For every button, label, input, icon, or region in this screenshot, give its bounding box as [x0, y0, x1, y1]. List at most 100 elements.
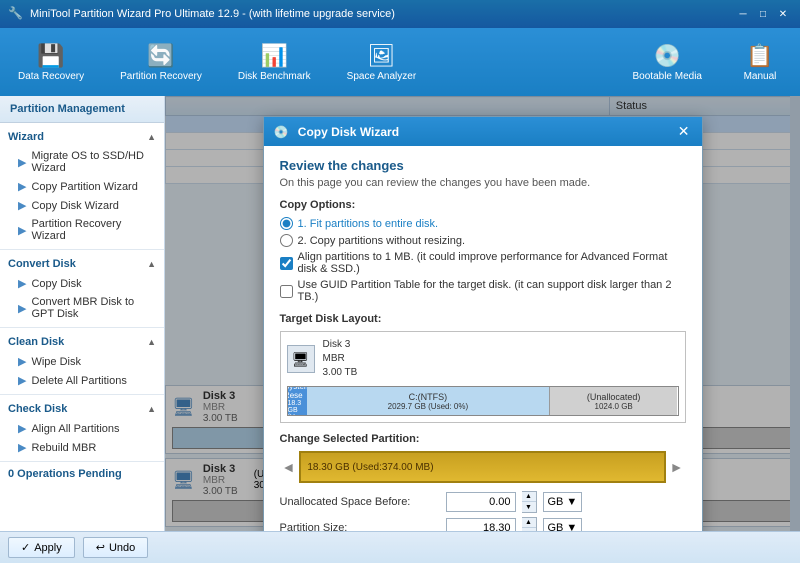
partition-recovery-icon: 🔄 [147, 43, 174, 69]
toolbar-space-analyzer[interactable]: 🖼 Space Analyzer [339, 39, 425, 86]
sidebar-item-delete-partitions[interactable]: ▶ Delete All Partitions [0, 371, 164, 390]
copy-options-section: Copy Options: 1. Fit partitions to entir… [280, 199, 686, 303]
radio-copy-no-resize[interactable] [280, 234, 293, 247]
sidebar-section-clean-header: Clean Disk ▲ [0, 332, 164, 352]
toolbar-disk-benchmark[interactable]: 📊 Disk Benchmark [230, 39, 319, 86]
modal-heading: Review the changes [280, 158, 686, 173]
copy-partition-icon: ▶ [18, 180, 26, 193]
spin-unit-unalloc-before[interactable]: GB ▼ [543, 492, 583, 512]
toolbar-bootable-media-label: Bootable Media [633, 71, 703, 82]
copy-disk-wizard-modal: 💿 Copy Disk Wizard ✕ Review the changes … [263, 116, 703, 531]
spin-unit-chevron: ▼ [566, 496, 577, 508]
sidebar-item-partition-recovery[interactable]: ▶ Partition Recovery Wizard [0, 215, 164, 245]
sidebar-section-convert: Convert Disk ▲ ▶ Copy Disk ▶ Convert MBR… [0, 250, 164, 328]
partition-bar[interactable]: 18.30 GB (Used:374.00 MB) [299, 451, 665, 483]
align-partitions-icon: ▶ [18, 422, 26, 435]
disk3-size: 3.00 TB [323, 366, 358, 380]
spin-unit-chevron2: ▼ [566, 522, 577, 531]
option-align: Align partitions to 1 MB. (it could impr… [280, 251, 686, 275]
spin-unit-partition-size[interactable]: GB ▼ [543, 518, 583, 531]
modal-close-button[interactable]: ✕ [676, 123, 692, 140]
sidebar-section-wizard: Wizard ▲ ▶ Migrate OS to SSD/HD Wizard ▶… [0, 123, 164, 250]
sidebar-item-rebuild-mbr[interactable]: ▶ Rebuild MBR [0, 438, 164, 457]
toolbar-partition-recovery[interactable]: 🔄 Partition Recovery [112, 39, 210, 86]
close-button[interactable]: ✕ [774, 6, 792, 22]
copy-options-label: Copy Options: [280, 199, 686, 211]
sidebar-section-wizard-header: Wizard ▲ [0, 127, 164, 147]
spin-input-partition-size[interactable] [446, 518, 516, 531]
spin-down-partition-size[interactable]: ▼ [522, 528, 536, 531]
toolbar-data-recovery-label: Data Recovery [18, 71, 84, 82]
checkbox-guid[interactable] [280, 285, 293, 298]
wipe-disk-icon: ▶ [18, 355, 26, 368]
sidebar-item-copy-partition[interactable]: ▶ Copy Partition Wizard [0, 177, 164, 196]
sidebar-section-check: Check Disk ▲ ▶ Align All Partitions ▶ Re… [0, 395, 164, 462]
toolbar-bootable-media[interactable]: 💿 Bootable Media [625, 39, 711, 86]
copy-disk2-icon: ▶ [18, 277, 26, 290]
spin-input-unalloc-before[interactable] [446, 492, 516, 512]
sidebar-section-check-header: Check Disk ▲ [0, 399, 164, 419]
convert-mbr-icon: ▶ [18, 302, 26, 315]
convert-chevron: ▲ [147, 259, 156, 269]
sidebar-item-convert-mbr[interactable]: ▶ Convert MBR Disk to GPT Disk [0, 293, 164, 323]
spin-up-unalloc-before[interactable]: ▲ [522, 492, 536, 502]
option-fit-partitions: 1. Fit partitions to entire disk. [280, 217, 686, 230]
data-recovery-icon: 💾 [37, 43, 64, 69]
sidebar-item-wipe-disk[interactable]: ▶ Wipe Disk [0, 352, 164, 371]
guid-label: Use GUID Partition Table for the target … [298, 279, 686, 303]
spin-fields: Unallocated Space Before: ▲ ▼ GB ▼ [280, 491, 686, 531]
target-disk-layout: Target Disk Layout: 🖥 Disk 3 MBR 3.00 TB [280, 313, 686, 423]
radio-fit-partitions[interactable] [280, 217, 293, 230]
maximize-button[interactable]: □ [754, 6, 772, 22]
copy-disk-icon: ▶ [18, 199, 26, 212]
checkbox-align[interactable] [280, 257, 293, 270]
toolbar-manual-label: Manual [744, 71, 777, 82]
spin-up-partition-size[interactable]: ▲ [522, 518, 536, 528]
minimize-button[interactable]: ─ [734, 6, 752, 22]
apply-button[interactable]: ✓ Apply [8, 537, 75, 558]
sidebar-item-align-partitions[interactable]: ▶ Align All Partitions [0, 419, 164, 438]
sidebar-item-copy-disk[interactable]: ▶ Copy Disk Wizard [0, 196, 164, 215]
toolbar-manual[interactable]: 📋 Manual [730, 39, 790, 86]
bottom-bar: ✓ Apply ↩ Undo [0, 531, 800, 563]
modal-overlay: 💿 Copy Disk Wizard ✕ Review the changes … [165, 96, 800, 531]
modal-subtext: On this page you can review the changes … [280, 177, 686, 189]
disk3-type: MBR [323, 352, 358, 366]
modal-title-bar: 💿 Copy Disk Wizard ✕ [264, 117, 702, 146]
title-bar: 🔧 MiniTool Partition Wizard Pro Ultimate… [0, 0, 800, 28]
content-area: Status Active & System Boot [165, 96, 800, 531]
sidebar-tab[interactable]: Partition Management [0, 96, 164, 123]
disk3-name: Disk 3 [323, 338, 358, 352]
partition-bar-container: ◄ 18.30 GB (Used:374.00 MB) ► [280, 451, 686, 483]
change-selected-partition: Change Selected Partition: ◄ 18.30 GB (U… [280, 433, 686, 531]
spin-down-unalloc-before[interactable]: ▼ [522, 502, 536, 512]
option-fit-label: 1. Fit partitions to entire disk. [298, 218, 439, 230]
disk-benchmark-icon: 📊 [261, 43, 288, 69]
modal-title-icon: 💿 [274, 125, 289, 139]
target-disk-label: Target Disk Layout: [280, 313, 686, 325]
disk-thumb: 🖥 [287, 345, 315, 373]
option-guid: Use GUID Partition Table for the target … [280, 279, 686, 303]
sidebar-section-convert-header: Convert Disk ▲ [0, 254, 164, 274]
spin-arrows-partition-size: ▲ ▼ [522, 517, 537, 531]
wizard-chevron: ▲ [147, 132, 156, 142]
partition-recovery-icon2: ▶ [18, 224, 26, 237]
migrate-os-icon: ▶ [18, 156, 26, 169]
spin-label-partition-size: Partition Size: [280, 522, 440, 531]
spin-row-partition-size: Partition Size: ▲ ▼ GB ▼ [280, 517, 686, 531]
modal-title: Copy Disk Wizard [298, 125, 399, 139]
sidebar: Partition Management Wizard ▲ ▶ Migrate … [0, 96, 165, 531]
sidebar-item-copy-disk2[interactable]: ▶ Copy Disk [0, 274, 164, 293]
option-copy-no-resize: 2. Copy partitions without resizing. [280, 234, 686, 247]
sidebar-item-migrate-os[interactable]: ▶ Migrate OS to SSD/HD Wizard [0, 147, 164, 177]
undo-button[interactable]: ↩ Undo [83, 537, 149, 558]
toolbar-data-recovery[interactable]: 💾 Data Recovery [10, 39, 92, 86]
app-icon: 🔧 [8, 6, 24, 22]
disk-visual-bar: System Rese 18.3 GB (Us... C:(NTFS) 2029… [287, 386, 679, 416]
operations-pending: 0 Operations Pending [0, 462, 164, 486]
partition-arrow-right[interactable]: ► [668, 457, 686, 477]
bootable-media-icon: 💿 [654, 43, 681, 69]
partition-arrow-left[interactable]: ◄ [280, 457, 298, 477]
main-layout: Partition Management Wizard ▲ ▶ Migrate … [0, 96, 800, 531]
rebuild-mbr-icon: ▶ [18, 441, 26, 454]
